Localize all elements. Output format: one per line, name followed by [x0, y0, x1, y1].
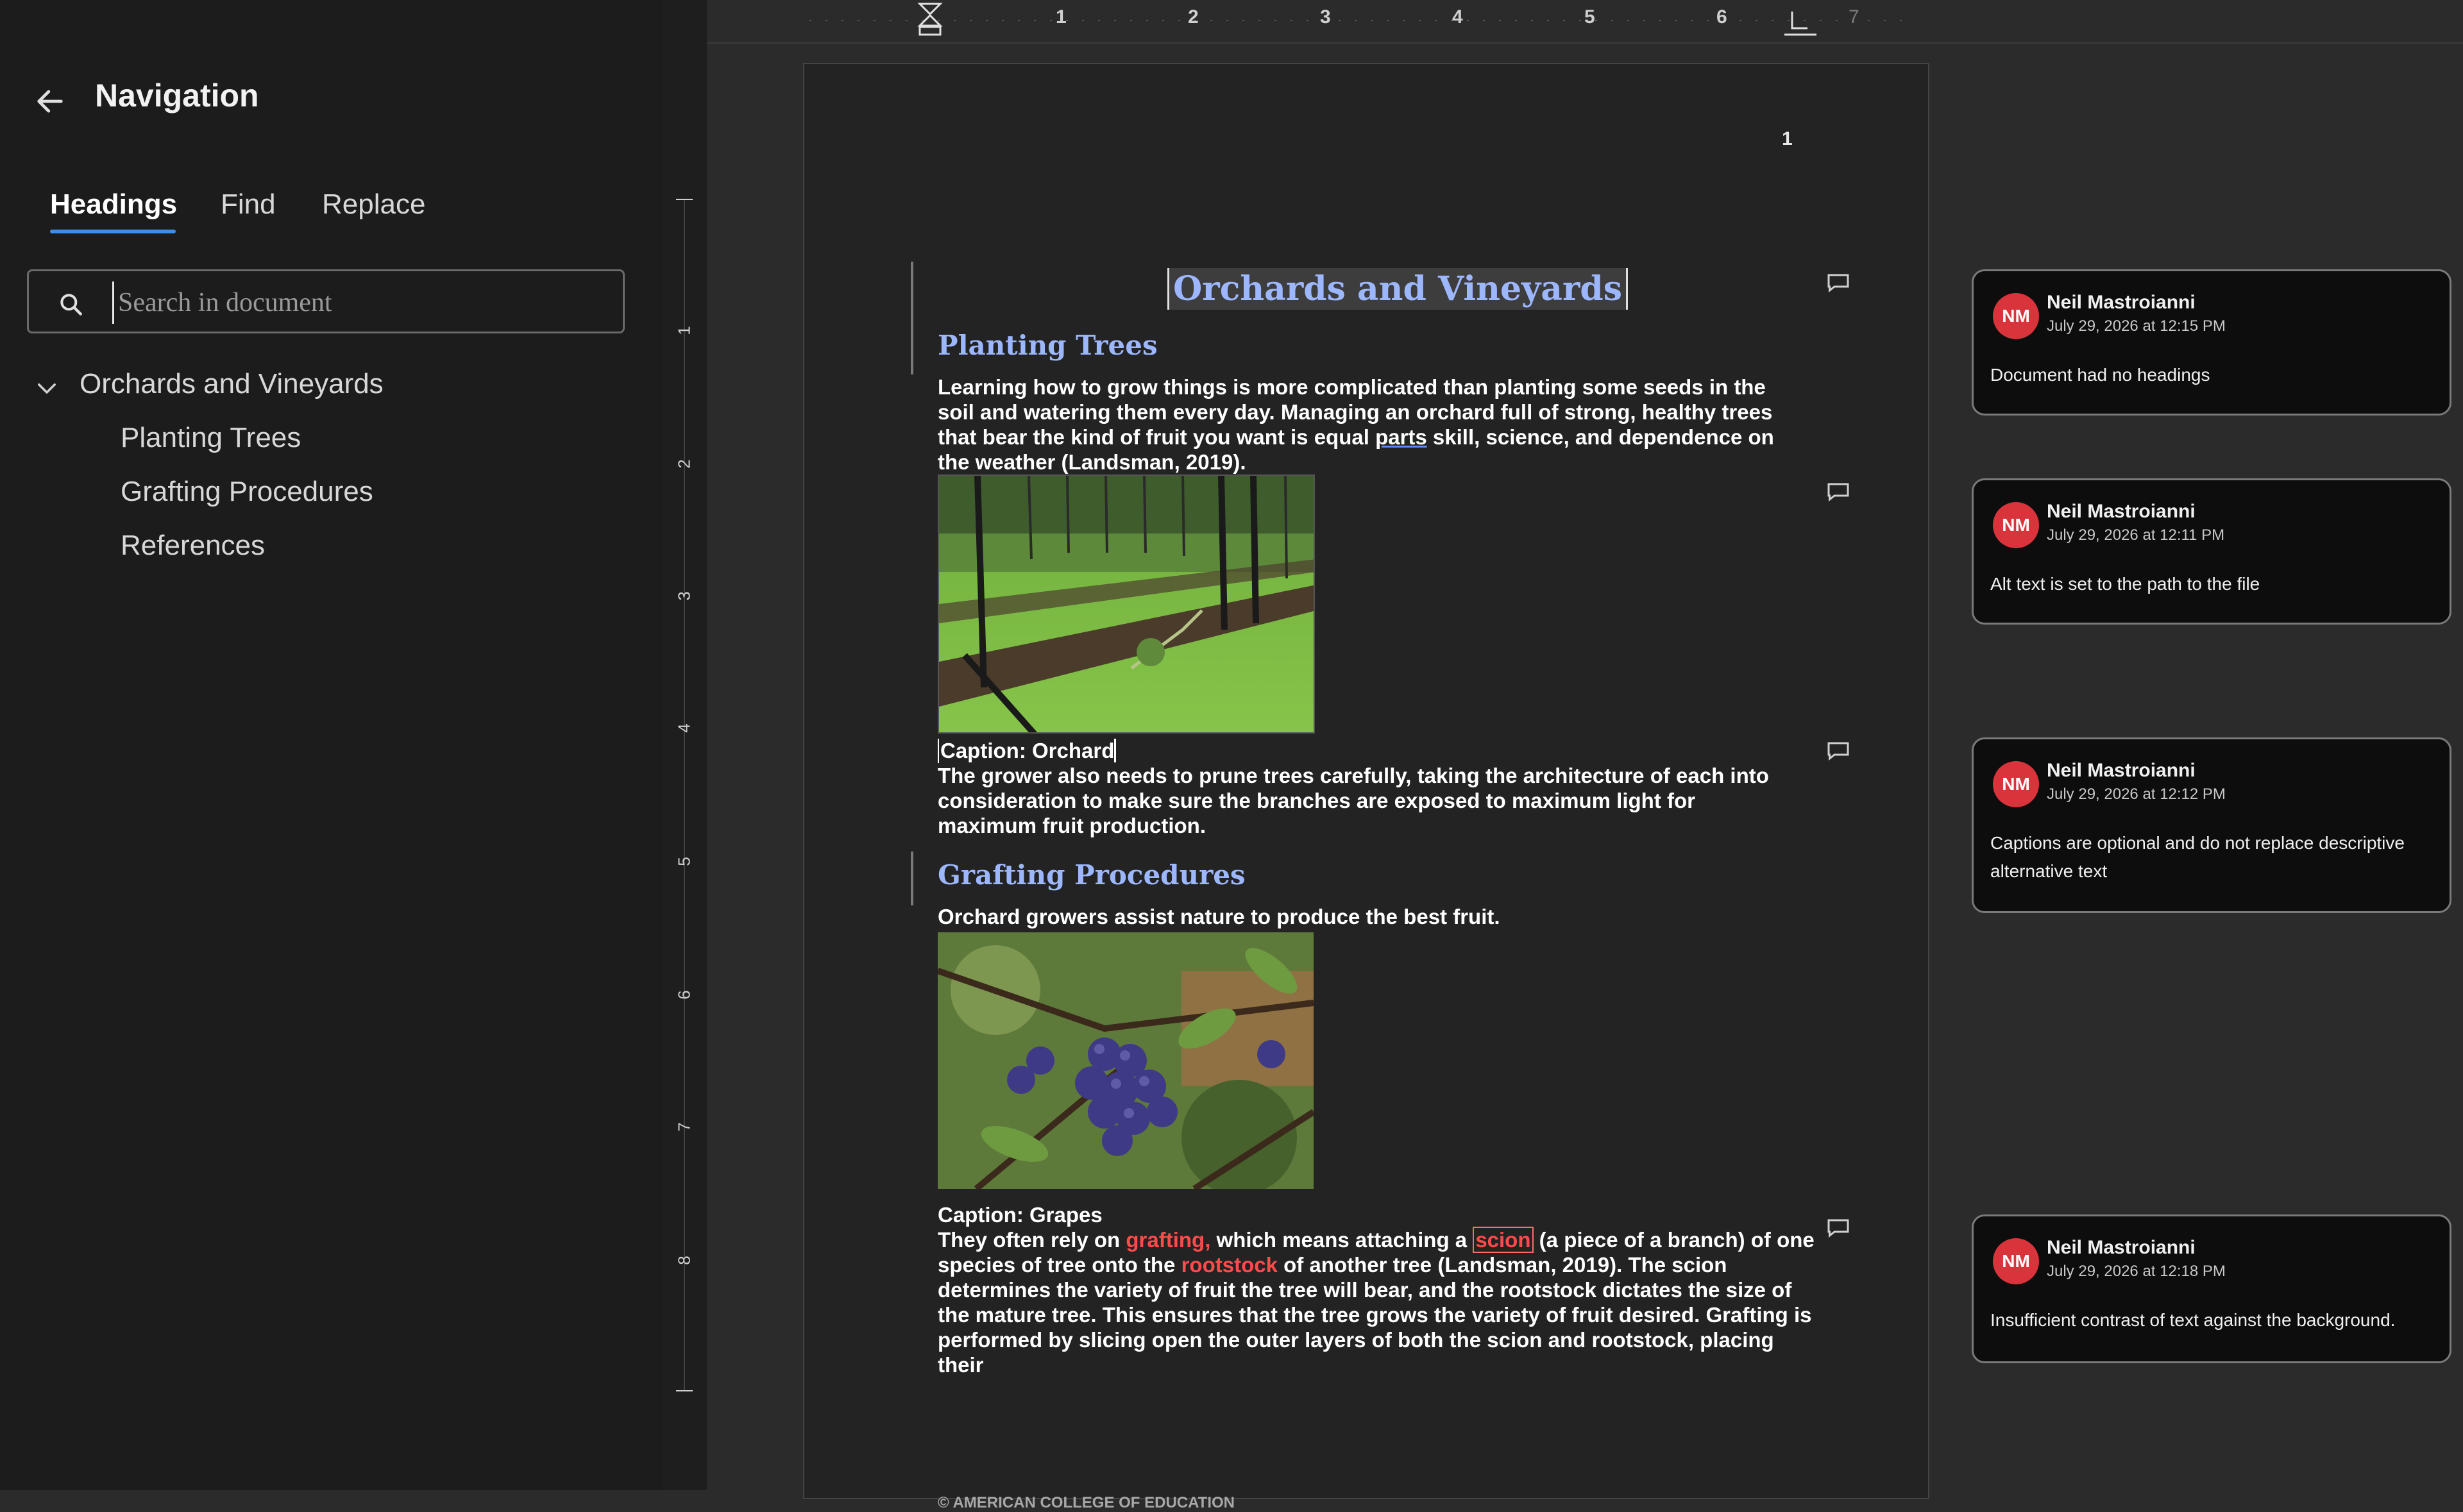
horizontal-ruler-label: 4 [1452, 6, 1463, 28]
comment-author: Neil Mastroianni [2047, 1237, 2196, 1258]
paragraph-growers[interactable]: Orchard growers assist nature to produce… [938, 904, 1797, 929]
avatar: NM [1993, 293, 2039, 339]
grapes-photo [938, 932, 1314, 1189]
comment-text: Document had no headings [1990, 365, 2210, 385]
comment-anchor-icon[interactable] [1827, 1218, 1850, 1238]
heading-grafting-procedures[interactable]: Grafting Procedures [938, 859, 1246, 891]
tab-find[interactable]: Find [221, 189, 276, 221]
horizontal-ruler-label: 6 [1716, 6, 1727, 28]
vertical-ruler-label: 8 [674, 1256, 694, 1265]
navigation-title: Navigation [95, 78, 259, 113]
vertical-ruler-label: 5 [674, 857, 694, 866]
comment-date: July 29, 2026 at 12:18 PM [2047, 1263, 2226, 1280]
paragraph-text: which means attaching a [1210, 1228, 1473, 1252]
vertical-ruler-label: 2 [674, 459, 694, 469]
paragraph-text: They often rely on [938, 1228, 1126, 1252]
chevron-down-icon[interactable] [33, 374, 60, 401]
horizontal-ruler-label: 5 [1584, 6, 1595, 28]
orchard-image[interactable] [938, 475, 1315, 734]
search-icon [60, 294, 82, 315]
search-box [27, 269, 625, 333]
commented-term-scion[interactable]: scion [1473, 1227, 1534, 1253]
comment-date: July 29, 2026 at 12:12 PM [2047, 785, 2226, 803]
paragraph-pruning[interactable]: The grower also needs to prune trees car… [938, 763, 1797, 838]
avatar: NM [1993, 1238, 2039, 1284]
low-contrast-term-rootstock: rootstock [1181, 1253, 1278, 1277]
horizontal-ruler: 1 2 3 4 5 6 7 [707, 0, 2463, 44]
paragraph-grafting[interactable]: They often rely on grafting, which means… [938, 1227, 1823, 1377]
vertical-ruler: 1 2 3 4 5 6 7 8 [662, 0, 707, 1490]
vertical-ruler-label: 7 [674, 1122, 694, 1132]
vertical-ruler-label: 3 [674, 591, 694, 601]
comment-card[interactable]: NM Neil Mastroianni July 29, 2026 at 12:… [1972, 269, 2451, 416]
comment-date: July 29, 2026 at 12:15 PM [2047, 317, 2226, 335]
comment-author: Neil Mastroianni [2047, 501, 2196, 522]
horizontal-ruler-label: 1 [1056, 6, 1067, 28]
page-footer: © AMERICAN COLLEGE OF EDUCATION [938, 1494, 1235, 1511]
tab-headings[interactable]: Headings [50, 189, 177, 221]
hyperlink-parts[interactable]: parts [1375, 425, 1427, 449]
comment-date: July 29, 2026 at 12:11 PM [2047, 526, 2225, 544]
comment-author: Neil Mastroianni [2047, 292, 2196, 313]
comment-text: Alt text is set to the path to the file [1990, 574, 2260, 594]
search-input[interactable] [112, 281, 607, 324]
caption-orchard[interactable]: Caption: Orchard [938, 739, 1117, 763]
caption-grapes[interactable]: Caption: Grapes [938, 1203, 1103, 1227]
heading-tree-item-grafting-procedures[interactable]: Grafting Procedures [121, 476, 373, 508]
low-contrast-term-grafting: grafting, [1126, 1228, 1211, 1252]
heading-tree-item-orchards[interactable]: Orchards and Vineyards [80, 368, 384, 400]
back-arrow-icon[interactable] [33, 85, 67, 118]
heading-change-bar [911, 852, 913, 905]
orchard-photo [939, 476, 1314, 732]
tab-replace[interactable]: Replace [322, 189, 425, 221]
avatar: NM [1993, 761, 2039, 807]
vertical-ruler-label: 1 [674, 326, 694, 335]
comment-text: Insufficient contrast of text against th… [1990, 1310, 2396, 1330]
page-number: 1 [1782, 128, 1793, 149]
horizontal-ruler-label: 7 [1849, 6, 1859, 28]
vertical-ruler-label: 4 [674, 723, 694, 733]
comment-anchor-icon[interactable] [1827, 273, 1850, 292]
comment-anchor-icon[interactable] [1827, 741, 1850, 760]
heading-change-bar [911, 262, 913, 374]
document-title[interactable]: Orchards and Vineyards [1167, 268, 1628, 310]
heading-planting-trees[interactable]: Planting Trees [938, 330, 1158, 361]
comment-author: Neil Mastroianni [2047, 760, 2196, 781]
heading-tree-item-references[interactable]: References [121, 530, 265, 562]
comment-card[interactable]: NM Neil Mastroianni July 29, 2026 at 12:… [1972, 737, 2451, 913]
paragraph-intro[interactable]: Learning how to grow things is more comp… [938, 374, 1797, 475]
heading-tree-item-planting-trees[interactable]: Planting Trees [121, 422, 301, 454]
vertical-ruler-label: 6 [674, 990, 694, 1000]
avatar: NM [1993, 502, 2039, 548]
comment-card[interactable]: NM Neil Mastroianni July 29, 2026 at 12:… [1972, 1214, 2451, 1363]
grapes-image[interactable] [938, 932, 1314, 1189]
horizontal-ruler-label: 3 [1320, 6, 1331, 28]
horizontal-ruler-label: 2 [1188, 6, 1199, 28]
comment-card[interactable]: NM Neil Mastroianni July 29, 2026 at 12:… [1972, 478, 2451, 625]
vertical-ruler-ticks [676, 199, 693, 1391]
document-page: 1 Orchards and Vineyards Planting Trees … [803, 63, 1929, 1511]
active-tab-underline [50, 230, 176, 233]
comment-anchor-icon[interactable] [1827, 482, 1850, 501]
caption-text: Caption: Orchard [940, 739, 1117, 762]
navigation-pane: Navigation Headings Find Replace Orchard… [0, 0, 663, 1490]
comment-text: Captions are optional and do not replace… [1990, 833, 2405, 881]
